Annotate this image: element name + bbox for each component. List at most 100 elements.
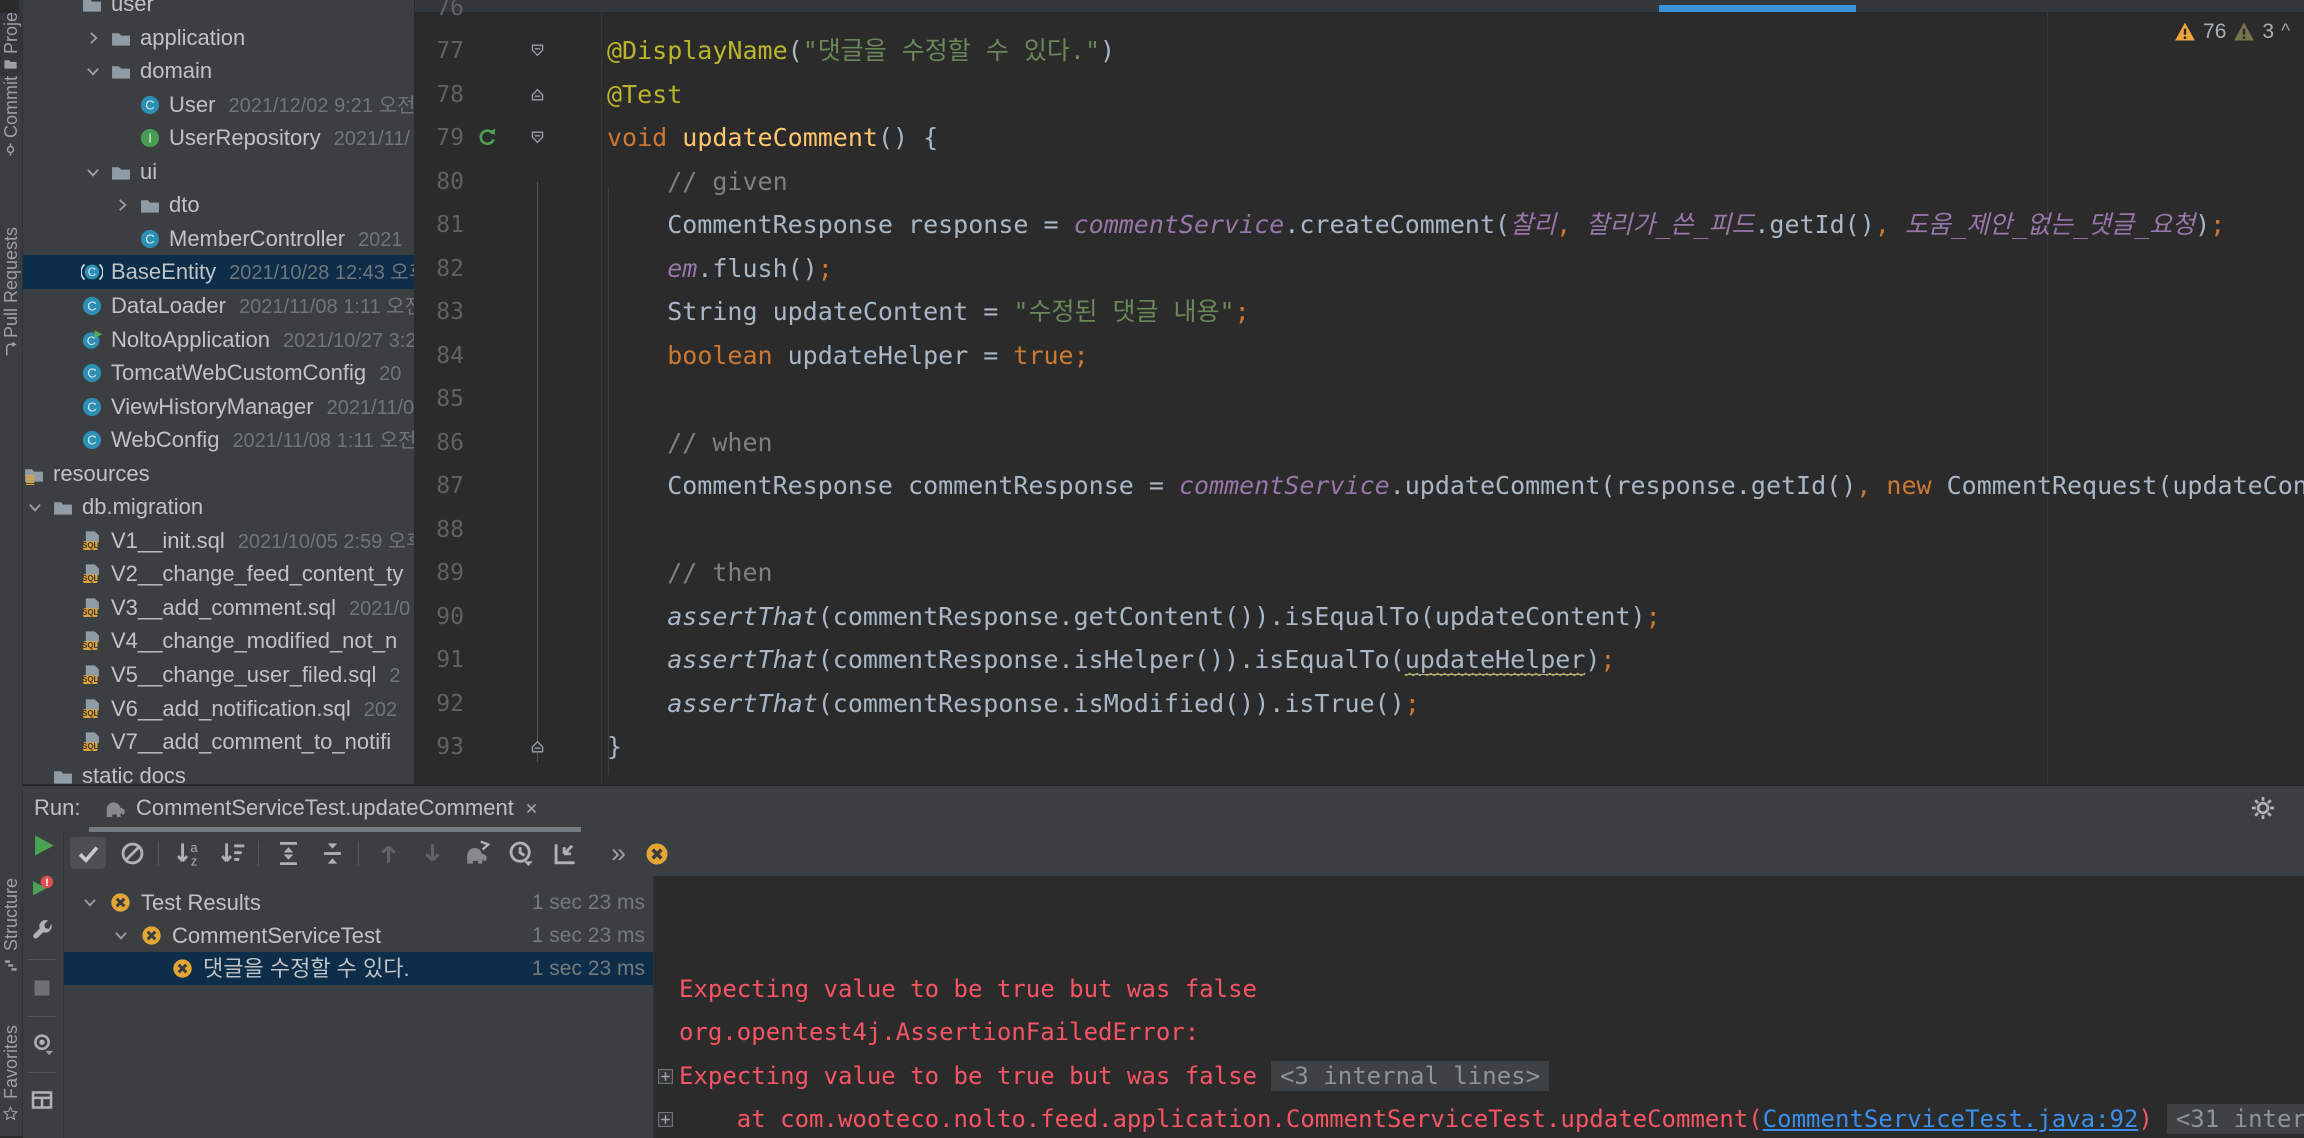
- star-icon[interactable]: [3, 1106, 18, 1121]
- fold-marker-down-icon[interactable]: [529, 42, 546, 59]
- project-tree-row-MemberController[interactable]: CMemberController2021: [23, 222, 414, 256]
- chevron-right-icon[interactable]: [113, 196, 131, 214]
- commit-icon[interactable]: [3, 142, 18, 157]
- import-test-results-button[interactable]: [546, 837, 582, 869]
- test-duration: 1 sec 23 ms: [532, 886, 645, 919]
- code-line-82: em.flush();: [607, 247, 833, 291]
- project-tree-row-BaseEntity[interactable]: CBaseEntity2021/10/28 12:43 오후: [23, 255, 414, 289]
- structure-icon[interactable]: [3, 958, 18, 973]
- class-icon: C: [81, 396, 103, 418]
- sort-alphabetically-button[interactable]: az: [170, 837, 206, 869]
- pull-request-icon[interactable]: [3, 342, 18, 357]
- console-text: org.opentest4j.AssertionFailedError:: [679, 1011, 1199, 1054]
- collapse-all-button[interactable]: [314, 837, 350, 869]
- project-tree-row-V2__change_feed_content_ty[interactable]: SQLV2__change_feed_content_ty: [23, 557, 414, 591]
- fold-marker-up-icon[interactable]: [529, 86, 546, 103]
- project-tree-row-V3__add_comment.sql[interactable]: SQLV3__add_comment.sql2021/0: [23, 591, 414, 625]
- run-tool-window: Run: CommentServiceTest.updateComment az…: [23, 784, 2304, 1138]
- project-tree-row-V7__add_comment_to_notifi[interactable]: SQLV7__add_comment_to_notifi: [23, 725, 414, 759]
- previous-occurrence-icon: [375, 840, 402, 867]
- folder-icon: [110, 60, 132, 82]
- project-tree-row-UserRepository[interactable]: IUserRepository2021/11/: [23, 121, 414, 155]
- project-tree-row-V5__change_user_filed.sql[interactable]: SQLV5__change_user_filed.sql2: [23, 658, 414, 692]
- stripe-label-pull-requests[interactable]: Pull Requests: [1, 190, 22, 338]
- tree-item-label: domain: [140, 54, 212, 88]
- stripe-label-commit[interactable]: Commit: [1, 66, 22, 138]
- project-tree-row-DataLoader[interactable]: CDataLoader2021/11/08 1:11 오전,: [23, 289, 414, 323]
- chevron-right-icon[interactable]: [84, 29, 102, 47]
- fold-marker-down-icon[interactable]: [529, 129, 546, 146]
- test-tree-row[interactable]: 댓글을 수정할 수 있다.1 sec 23 ms: [64, 952, 653, 985]
- stop-button[interactable]: [30, 976, 54, 1000]
- eye-button[interactable]: [30, 1032, 54, 1056]
- tree-item-timestamp: 2021/11/08 1:11 오전, 9: [232, 430, 415, 452]
- tree-item-label: ViewHistoryManager2021/11/0: [111, 390, 414, 425]
- test-tree-row[interactable]: CommentServiceTest1 sec 23 ms: [64, 919, 653, 952]
- more-actions-button[interactable]: »: [611, 831, 626, 875]
- toolbar-separator: [258, 841, 259, 866]
- stripe-label-favorites[interactable]: Favorites: [1, 993, 22, 1099]
- project-tree-row-TomcatWebCustomConfig[interactable]: CTomcatWebCustomConfig20: [23, 356, 414, 390]
- folder-icon: [110, 161, 132, 183]
- svg-text:a: a: [190, 841, 198, 855]
- rerun-failed-gradle-button[interactable]: [458, 837, 494, 869]
- test-tree-row[interactable]: Test Results1 sec 23 ms: [64, 886, 653, 919]
- project-tree-row-WebConfig[interactable]: CWebConfig2021/11/08 1:11 오전, 9: [23, 423, 414, 457]
- project-tree-row-resources[interactable]: resources: [23, 457, 414, 491]
- chevron-down-icon[interactable]: [84, 62, 102, 80]
- project-tree-row-V4__change_modified_not_n[interactable]: SQLV4__change_modified_not_n: [23, 624, 414, 658]
- project-tree-row-NoltoApplication[interactable]: CNoltoApplication2021/10/27 3:2: [23, 323, 414, 357]
- project-tree-row-dto[interactable]: dto: [23, 188, 414, 222]
- project-tree-row-User[interactable]: CUser2021/12/02 9:21 오전,: [23, 88, 414, 122]
- tree-item-label: V3__add_comment.sql2021/0: [111, 591, 410, 626]
- wrench-button[interactable]: [30, 919, 54, 943]
- chevron-down-icon[interactable]: [112, 926, 130, 944]
- test-history-button[interactable]: [502, 837, 538, 869]
- chevron-up-icon[interactable]: ^: [2281, 21, 2290, 43]
- project-tree-row-ViewHistoryManager[interactable]: C ViewHistoryManager2021/11/0: [23, 390, 414, 424]
- project-tree-row-db.migration[interactable]: db.migration: [23, 490, 414, 524]
- project-tree-row-user[interactable]: user: [23, 0, 414, 21]
- tree-item-label: NoltoApplication2021/10/27 3:2: [111, 323, 415, 358]
- code-line-89: // then: [607, 551, 773, 595]
- play-button[interactable]: [30, 832, 57, 859]
- svg-text:z: z: [190, 854, 196, 867]
- project-tree-row-V1__init.sql[interactable]: SQLV1__init.sql2021/10/05 2:59 오후: [23, 524, 414, 558]
- weak-warning-icon: [2233, 21, 2255, 43]
- expand-all-button[interactable]: [270, 837, 306, 869]
- show-passed-button[interactable]: [70, 837, 106, 869]
- tree-item-timestamp: 2021/10/27 3:2: [283, 330, 415, 352]
- stacktrace-link[interactable]: CommentServiceTest.java:92: [1763, 1105, 2139, 1133]
- sort-by-duration-button[interactable]: [214, 837, 250, 869]
- project-tree-row-static_docs[interactable]: static docs: [23, 759, 414, 784]
- stripe-label-structure[interactable]: Structure: [1, 843, 22, 951]
- chevron-down-icon[interactable]: [81, 893, 99, 911]
- next-occurrence-button[interactable]: [414, 837, 450, 869]
- chevron-down-icon[interactable]: [26, 498, 44, 516]
- editor[interactable]: 7677@DisplayName("댓글을 수정할 수 있다.")78@Test…: [415, 0, 2304, 784]
- show-ignored-button[interactable]: [114, 837, 150, 869]
- project-tree-row-application[interactable]: application: [23, 21, 414, 55]
- layout-button[interactable]: [30, 1088, 54, 1112]
- close-icon[interactable]: [523, 800, 540, 817]
- project-tree-row-V6__add_notification.sql[interactable]: SQLV6__add_notification.sql202: [23, 692, 414, 726]
- console-message: Expecting value to be true but was false: [679, 1062, 1257, 1090]
- chevron-down-icon[interactable]: [84, 163, 102, 181]
- inspections-widget[interactable]: 76 3 ^: [2174, 17, 2290, 47]
- tree-item-label: user: [111, 0, 154, 21]
- rerun-failed-button[interactable]: !: [30, 875, 54, 899]
- run-test-gutter-icon[interactable]: [477, 127, 498, 148]
- project-tree-row-domain[interactable]: domain: [23, 54, 414, 88]
- tree-item-label: V6__add_notification.sql202: [111, 692, 397, 727]
- run-tab[interactable]: CommentServiceTest.updateComment: [103, 786, 540, 830]
- console-message: Expecting value to be true but was false: [679, 975, 1257, 1003]
- project-tree-row-ui[interactable]: ui: [23, 155, 414, 189]
- fold-marker-up-icon[interactable]: [529, 738, 546, 755]
- expand-fold-icon[interactable]: [657, 1111, 674, 1128]
- test-console-output[interactable]: Expecting value to be true but was false…: [653, 876, 2304, 1138]
- previous-occurrence-button[interactable]: [370, 837, 406, 869]
- expand-fold-icon[interactable]: [657, 1068, 674, 1085]
- folder-icon: [81, 0, 103, 15]
- gear-icon[interactable]: [2250, 795, 2276, 821]
- tree-item-label: static docs: [82, 759, 186, 784]
